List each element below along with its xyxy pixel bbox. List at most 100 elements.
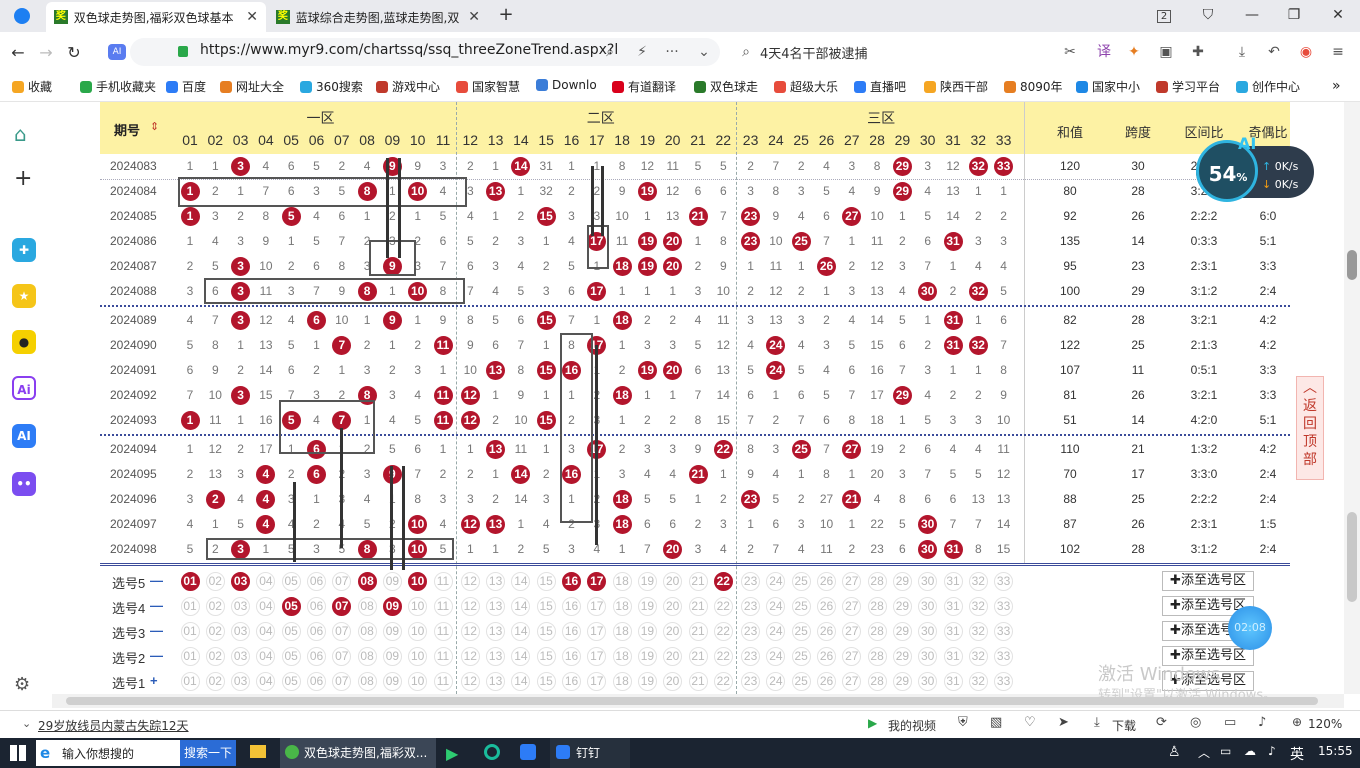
pick-number[interactable]: 09 — [382, 646, 402, 666]
sort-icon[interactable]: ⇕ — [150, 120, 159, 133]
pick-number[interactable]: 12 — [460, 596, 480, 616]
pick-number[interactable]: 12 — [460, 646, 480, 666]
pick-number[interactable]: 16 — [562, 646, 581, 666]
pick-number[interactable]: 13 — [486, 571, 506, 591]
search-icon[interactable]: ⌕ — [736, 42, 756, 62]
window-icon[interactable]: ▭ — [1224, 715, 1236, 730]
pick-number[interactable]: 23 — [741, 646, 761, 666]
bookmark-item[interactable]: 收藏 — [12, 78, 52, 95]
pick-number[interactable]: 16 — [562, 621, 581, 641]
shield-icon[interactable]: ⛨ — [958, 715, 968, 730]
back-to-top-button[interactable]: ︿ 返回顶部 — [1296, 376, 1324, 480]
my-video-link[interactable]: 我的视频 — [888, 717, 936, 734]
scroll-thumb[interactable] — [1347, 250, 1357, 280]
video-play-icon[interactable]: ▶ — [868, 716, 877, 730]
close-icon[interactable]: ✕ — [246, 9, 258, 25]
pick-number[interactable]: 06 — [307, 621, 326, 641]
ime-lang[interactable]: 英 — [1290, 744, 1304, 764]
minimize-icon[interactable]: — — [1240, 4, 1264, 26]
pick-number[interactable]: 13 — [486, 646, 506, 666]
pick-number[interactable]: 18 — [612, 571, 632, 591]
pick-row-toggle[interactable]: — — [150, 598, 163, 613]
pick-number[interactable]: 08 — [357, 596, 377, 616]
heart-icon[interactable]: ♡ — [1024, 715, 1036, 730]
pick-number[interactable]: 21 — [688, 646, 708, 666]
url-text[interactable]: https://www.myr9.com/chartssq/ssq_threeZ… — [200, 42, 618, 58]
volume-icon[interactable]: ♪ — [1258, 715, 1266, 730]
pick-number[interactable]: 01 — [180, 571, 200, 591]
pick-number[interactable]: 05 — [281, 646, 301, 666]
pick-number[interactable]: 09 — [382, 621, 402, 641]
pick-number[interactable]: 09 — [382, 571, 402, 591]
close-icon[interactable]: ✕ — [468, 9, 480, 25]
restore-icon[interactable]: ❐ — [1282, 4, 1306, 26]
pick-number[interactable]: 29 — [892, 646, 912, 666]
pick-number[interactable]: 17 — [587, 671, 607, 691]
news-link[interactable]: 29岁放线员内蒙古失踪12天 — [38, 717, 189, 734]
app-tile-icon[interactable]: ✚ — [12, 238, 36, 262]
pick-row-toggle[interactable]: + — [150, 673, 158, 688]
pick-number[interactable]: 25 — [791, 571, 811, 591]
pick-number[interactable]: 31 — [943, 596, 963, 616]
colorful-logo-icon[interactable]: ◉ — [1296, 42, 1316, 62]
pick-number[interactable]: 25 — [791, 646, 811, 666]
pick-number[interactable]: 01 — [180, 596, 200, 616]
pick-number[interactable]: 04 — [256, 596, 276, 616]
pick-number[interactable]: 16 — [562, 596, 581, 616]
expand-icon[interactable]: ⌄ — [22, 717, 31, 730]
pick-number[interactable]: 11 — [433, 596, 453, 616]
pick-number[interactable]: 07 — [332, 596, 352, 616]
person-icon[interactable]: ♙ — [1168, 744, 1181, 760]
pick-number[interactable]: 07 — [332, 571, 352, 591]
pick-number[interactable]: 17 — [587, 596, 607, 616]
bookmark-item[interactable]: 百度 — [166, 78, 206, 95]
pick-number[interactable]: 20 — [663, 571, 683, 591]
translate-icon[interactable]: 译 — [1094, 42, 1114, 62]
pick-number[interactable]: 05 — [281, 596, 301, 616]
pick-number[interactable]: 27 — [842, 571, 862, 591]
pick-number[interactable]: 22 — [713, 596, 733, 616]
more-bookmarks-icon[interactable]: » — [1332, 78, 1341, 94]
pick-number[interactable]: 25 — [791, 621, 811, 641]
pick-number[interactable]: 14 — [511, 646, 531, 666]
pick-number[interactable]: 11 — [433, 621, 453, 641]
bookmark-item[interactable]: 直播吧 — [854, 78, 906, 95]
pick-number[interactable]: 31 — [943, 571, 963, 591]
pick-number[interactable]: 26 — [817, 671, 836, 691]
pick-number[interactable]: 20 — [663, 621, 683, 641]
pick-number[interactable]: 23 — [741, 671, 761, 691]
pick-number[interactable]: 12 — [460, 621, 480, 641]
pick-number[interactable]: 28 — [867, 646, 887, 666]
pick-number[interactable]: 05 — [281, 621, 301, 641]
pick-number[interactable]: 10 — [408, 621, 428, 641]
zoom-icon[interactable]: ⊕ — [1292, 715, 1302, 729]
pick-number[interactable]: 01 — [180, 621, 200, 641]
pick-number[interactable]: 27 — [842, 671, 862, 691]
pick-number[interactable]: 03 — [231, 571, 251, 591]
pick-number[interactable]: 27 — [842, 646, 862, 666]
vertical-scrollbar[interactable] — [1344, 102, 1360, 694]
clock-time[interactable]: 15:55 — [1318, 744, 1353, 758]
pick-number[interactable]: 20 — [663, 646, 683, 666]
pick-number[interactable]: 04 — [256, 571, 276, 591]
more-dots-icon[interactable]: ··· — [662, 42, 682, 62]
extension-puzzle-icon[interactable]: ✚ — [1188, 42, 1208, 62]
bookmark-item[interactable]: 国家中小 — [1076, 78, 1140, 95]
bookmark-item[interactable]: 陕西干部 — [924, 78, 988, 95]
pick-number[interactable]: 12 — [460, 571, 480, 591]
chevron-down-icon[interactable]: ⌄ — [694, 42, 714, 62]
pick-number[interactable]: 17 — [587, 646, 607, 666]
pick-number[interactable]: 19 — [637, 646, 657, 666]
reload-icon[interactable]: ↻ — [60, 43, 88, 62]
pick-number[interactable]: 33 — [994, 596, 1014, 616]
bookmark-item[interactable]: 国家智慧 — [456, 78, 520, 95]
pick-number[interactable]: 04 — [256, 646, 276, 666]
pick-number[interactable]: 19 — [637, 571, 657, 591]
pick-number[interactable]: 15 — [536, 671, 556, 691]
scroll-thumb-secondary[interactable] — [1347, 512, 1357, 602]
pick-number[interactable]: 11 — [433, 646, 453, 666]
pick-number[interactable]: 23 — [741, 621, 761, 641]
pick-row-toggle[interactable]: — — [150, 623, 163, 638]
pick-number[interactable]: 21 — [688, 671, 708, 691]
lightning-icon[interactable]: ⚡ — [632, 42, 652, 62]
